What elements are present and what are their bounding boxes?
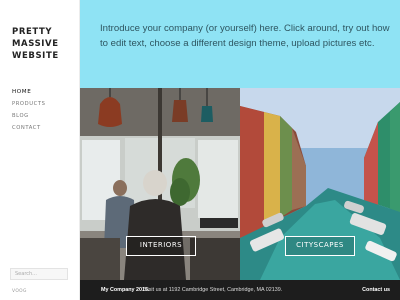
- intro-text[interactable]: Introduce your company (or yourself) her…: [100, 22, 390, 51]
- main-nav: HOME PRODUCTS BLOG CONTACT: [12, 86, 46, 134]
- footer-address: Visit us at 1192 Cambridge Street, Cambr…: [144, 287, 283, 293]
- sidebar: PRETTY MASSIVE WEBSITE HOME PRODUCTS BLO…: [0, 0, 80, 300]
- search-input[interactable]: [10, 268, 68, 280]
- contact-link[interactable]: Contact us: [362, 280, 390, 300]
- nav-item-products[interactable]: PRODUCTS: [12, 98, 46, 110]
- gallery: INTERIORS CITYSCAPES: [80, 88, 400, 280]
- nav-item-contact[interactable]: CONTACT: [12, 122, 46, 134]
- footer: My Company 2015. Visit us at 1192 Cambri…: [80, 280, 400, 300]
- nav-item-home[interactable]: HOME: [12, 86, 46, 98]
- voog-link[interactable]: VOOG: [12, 289, 27, 294]
- site-title[interactable]: PRETTY MASSIVE WEBSITE: [12, 26, 78, 62]
- cityscapes-button[interactable]: CITYSCAPES: [285, 236, 355, 256]
- interiors-button[interactable]: INTERIORS: [126, 236, 196, 256]
- nav-item-blog[interactable]: BLOG: [12, 110, 46, 122]
- intro-banner: Introduce your company (or yourself) her…: [80, 0, 400, 88]
- interiors-tile[interactable]: INTERIORS: [80, 88, 240, 280]
- footer-company: My Company 2015.: [101, 287, 150, 293]
- cityscapes-tile[interactable]: CITYSCAPES: [240, 88, 400, 280]
